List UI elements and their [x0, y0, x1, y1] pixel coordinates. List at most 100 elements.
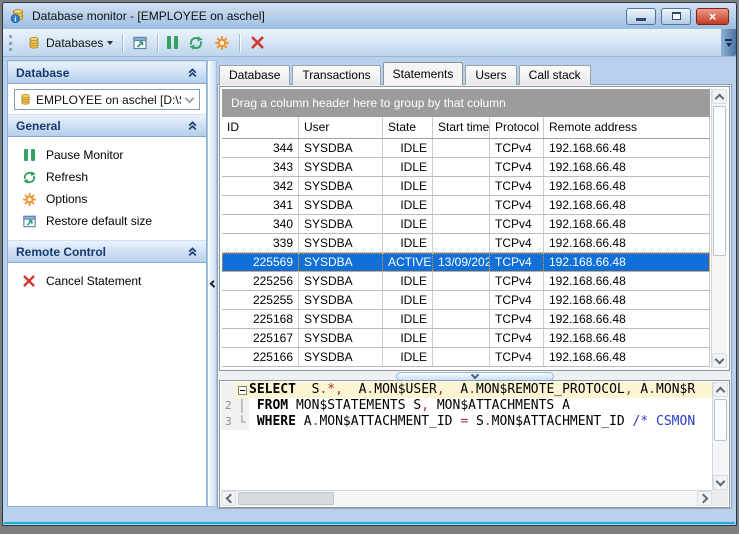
- grid-cell-remote[interactable]: 192.168.66.48: [544, 177, 710, 195]
- grid-cell-id[interactable]: 341: [222, 196, 299, 214]
- grid-cell-protocol[interactable]: TCPv4: [490, 177, 544, 195]
- scroll-up-button[interactable]: [713, 382, 728, 397]
- grid-cell-id[interactable]: 225569: [222, 253, 299, 271]
- grid-cell-start[interactable]: [433, 291, 490, 309]
- grid-cell-remote[interactable]: 192.168.66.48: [544, 215, 710, 233]
- grid-cell-remote[interactable]: 192.168.66.48: [544, 234, 710, 252]
- grid-cell-remote[interactable]: 192.168.66.48: [544, 253, 710, 271]
- grid-cell-protocol[interactable]: TCPv4: [490, 215, 544, 233]
- grid-cell-id[interactable]: 340: [222, 215, 299, 233]
- grid-cell-user[interactable]: SYSDBA: [299, 139, 383, 157]
- tab-users[interactable]: Users: [465, 65, 517, 85]
- grid-cell-user[interactable]: SYSDBA: [299, 253, 383, 271]
- grid-cell-id[interactable]: 342: [222, 177, 299, 195]
- grid-cell-id[interactable]: 225256: [222, 272, 299, 290]
- grid-cell-state[interactable]: ACTIVE: [383, 253, 433, 271]
- table-row-225256[interactable]: 225256 SYSDBA IDLE TCPv4 192.168.66.48: [222, 272, 710, 291]
- grid-cell-user[interactable]: SYSDBA: [299, 329, 383, 347]
- scrollbar-thumb[interactable]: [714, 399, 727, 441]
- combo-dropdown-button[interactable]: [181, 91, 197, 108]
- grid-cell-state[interactable]: IDLE: [383, 158, 433, 176]
- grid-cell-state[interactable]: IDLE: [383, 272, 433, 290]
- refresh-button[interactable]: [183, 32, 209, 54]
- grid-cell-remote[interactable]: 192.168.66.48: [544, 291, 710, 309]
- scroll-up-button[interactable]: [712, 89, 727, 104]
- group-by-panel[interactable]: Drag a column header here to group by th…: [222, 89, 710, 117]
- table-row-343[interactable]: 343 SYSDBA IDLE TCPv4 192.168.66.48: [222, 158, 710, 177]
- grid-cell-user[interactable]: SYSDBA: [299, 272, 383, 290]
- grid-cell-protocol[interactable]: TCPv4: [490, 196, 544, 214]
- grid-cell-remote[interactable]: 192.168.66.48: [544, 348, 710, 366]
- grid-cell-start[interactable]: 13/09/202: [433, 253, 490, 271]
- grid-cell-state[interactable]: IDLE: [383, 329, 433, 347]
- tab-statements[interactable]: Statements: [382, 62, 464, 85]
- scrollbar-thumb[interactable]: [238, 492, 334, 505]
- grid-cell-protocol[interactable]: TCPv4: [490, 310, 544, 328]
- grid-cell-start[interactable]: [433, 215, 490, 233]
- grid-cell-state[interactable]: IDLE: [383, 291, 433, 309]
- grid-cell-protocol[interactable]: TCPv4: [490, 329, 544, 347]
- table-row-225166[interactable]: 225166 SYSDBA IDLE TCPv4 192.168.66.48: [222, 348, 710, 367]
- grid-cell-id[interactable]: 339: [222, 234, 299, 252]
- grid-cell-start[interactable]: [433, 139, 490, 157]
- sql-vertical-scrollbar[interactable]: [712, 382, 728, 490]
- column-header-id[interactable]: ID: [222, 117, 299, 138]
- code-line-3[interactable]: 3 └ WHERE A.MON$ATTACHMENT_ID = S.MON$ATT…: [221, 414, 712, 430]
- grid-cell-remote[interactable]: 192.168.66.48: [544, 139, 710, 157]
- column-header-protocol[interactable]: Protocol: [490, 117, 544, 138]
- toolbar-grip[interactable]: [9, 34, 15, 51]
- grid-vertical-scrollbar[interactable]: [711, 89, 727, 368]
- cancel-button[interactable]: [244, 32, 270, 54]
- grid-cell-user[interactable]: SYSDBA: [299, 291, 383, 309]
- grid-cell-user[interactable]: SYSDBA: [299, 348, 383, 366]
- code-text[interactable]: SELECT S.*, A.MON$USER, A.MON$REMOTE_PRO…: [249, 382, 712, 398]
- grid-cell-state[interactable]: IDLE: [383, 348, 433, 366]
- grid-cell-start[interactable]: [433, 234, 490, 252]
- tab-database[interactable]: Database: [219, 65, 291, 85]
- column-header-remote[interactable]: Remote address: [544, 117, 710, 138]
- column-header-user[interactable]: User: [299, 117, 383, 138]
- grid-cell-remote[interactable]: 192.168.66.48: [544, 272, 710, 290]
- pause-button[interactable]: [162, 32, 183, 54]
- titlebar[interactable]: i Database monitor - [EMPLOYEE on aschel…: [3, 3, 736, 29]
- grid-cell-state[interactable]: IDLE: [383, 215, 433, 233]
- tab-call-stack[interactable]: Call stack: [518, 65, 591, 85]
- sidebar-item-pause-monitor[interactable]: Pause Monitor: [8, 144, 206, 166]
- sidebar-item-restore-default-size[interactable]: Restore default size: [8, 210, 206, 232]
- scroll-down-button[interactable]: [713, 475, 728, 490]
- sidebar-section-database[interactable]: Database: [8, 61, 206, 84]
- close-button[interactable]: ×: [696, 7, 729, 25]
- table-row-344[interactable]: 344 SYSDBA IDLE TCPv4 192.168.66.48: [222, 139, 710, 158]
- code-line-2[interactable]: 2 │ FROM MON$STATEMENTS S, MON$ATTACHMENT…: [221, 398, 712, 414]
- grid-cell-protocol[interactable]: TCPv4: [490, 234, 544, 252]
- scroll-left-button[interactable]: [221, 491, 236, 506]
- grid-cell-id[interactable]: 344: [222, 139, 299, 157]
- grid-cell-start[interactable]: [433, 196, 490, 214]
- grid-cell-user[interactable]: SYSDBA: [299, 196, 383, 214]
- table-row-340[interactable]: 340 SYSDBA IDLE TCPv4 192.168.66.48: [222, 215, 710, 234]
- grid-cell-state[interactable]: IDLE: [383, 177, 433, 195]
- grid-cell-state[interactable]: IDLE: [383, 139, 433, 157]
- grid-cell-protocol[interactable]: TCPv4: [490, 139, 544, 157]
- table-row-339[interactable]: 339 SYSDBA IDLE TCPv4 192.168.66.48: [222, 234, 710, 253]
- grid-cell-state[interactable]: IDLE: [383, 196, 433, 214]
- table-row-225167[interactable]: 225167 SYSDBA IDLE TCPv4 192.168.66.48: [222, 329, 710, 348]
- column-header-start[interactable]: Start time: [433, 117, 490, 138]
- collapse-double-chevron-icon[interactable]: [187, 120, 198, 131]
- sidebar-item-cancel-statement[interactable]: Cancel Statement: [8, 270, 206, 292]
- grid-cell-user[interactable]: SYSDBA: [299, 215, 383, 233]
- table-row-225168[interactable]: 225168 SYSDBA IDLE TCPv4 192.168.66.48: [222, 310, 710, 329]
- tab-transactions[interactable]: Transactions: [292, 65, 381, 85]
- grid-cell-user[interactable]: SYSDBA: [299, 158, 383, 176]
- scroll-down-button[interactable]: [712, 353, 727, 368]
- collapse-double-chevron-icon[interactable]: [187, 67, 198, 78]
- grid-cell-state[interactable]: IDLE: [383, 310, 433, 328]
- table-row-342[interactable]: 342 SYSDBA IDLE TCPv4 192.168.66.48: [222, 177, 710, 196]
- grid-cell-id[interactable]: 225255: [222, 291, 299, 309]
- sidebar-section-remote-control[interactable]: Remote Control: [8, 240, 206, 263]
- grid-cell-remote[interactable]: 192.168.66.48: [544, 196, 710, 214]
- code-text[interactable]: FROM MON$STATEMENTS S, MON$ATTACHMENTS A: [249, 398, 712, 414]
- grid-cell-user[interactable]: SYSDBA: [299, 234, 383, 252]
- sidebar-item-options[interactable]: Options: [8, 188, 206, 210]
- table-row-225255[interactable]: 225255 SYSDBA IDLE TCPv4 192.168.66.48: [222, 291, 710, 310]
